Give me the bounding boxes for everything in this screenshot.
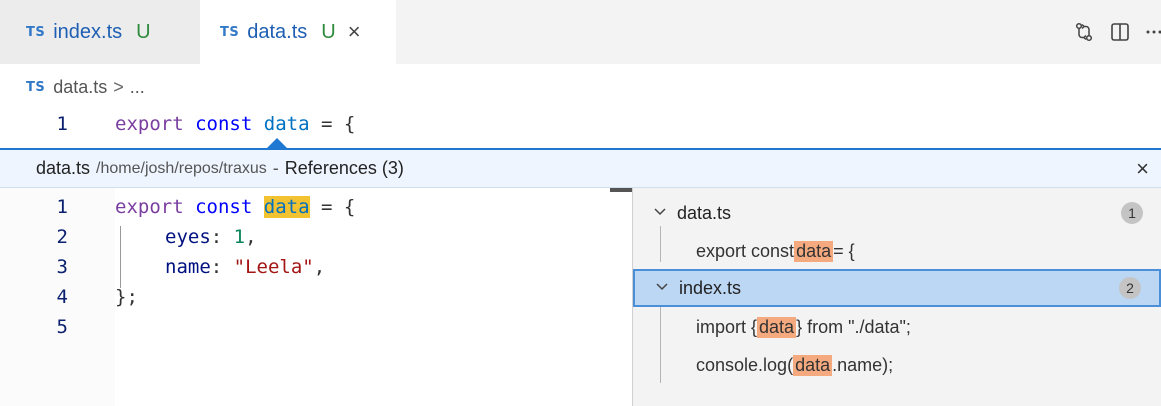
code-text: export const data = { xyxy=(115,196,356,218)
code-text: }; xyxy=(115,286,138,308)
peek-file-path: /home/josh/repos/traxus xyxy=(96,159,267,177)
chevron-down-icon xyxy=(653,204,667,223)
more-actions-icon[interactable] xyxy=(1145,21,1161,43)
reference-file-index-ts[interactable]: index.ts 2 xyxy=(633,269,1161,307)
peek-title: References (3) xyxy=(284,158,404,178)
reference-match[interactable]: export const data = { xyxy=(696,232,855,270)
typescript-file-icon: TS xyxy=(220,24,240,40)
highlighted-symbol: data xyxy=(263,196,310,218)
peek-line[interactable]: 3 name: "Leela", xyxy=(0,252,620,282)
match-highlight: data xyxy=(757,316,797,338)
peek-line[interactable]: 5 xyxy=(0,312,620,342)
code-text: export const data = { xyxy=(115,113,356,135)
peek-line[interactable]: 1 export const data = { xyxy=(0,192,620,222)
match-highlight: data xyxy=(793,354,833,376)
split-editor-icon[interactable] xyxy=(1109,21,1131,43)
reference-file-data-ts[interactable]: data.ts 1 xyxy=(633,194,1161,232)
line-number: 5 xyxy=(56,316,68,338)
breadcrumb: TS data.ts > ... xyxy=(26,72,145,102)
chevron-down-icon xyxy=(655,279,669,298)
editor-actions xyxy=(1073,0,1161,64)
editor-tab-bar: TS index.ts U TS data.ts U × xyxy=(0,0,1161,64)
reference-file-name: index.ts xyxy=(679,277,742,298)
line-number: 2 xyxy=(56,226,68,248)
close-tab-icon[interactable]: × xyxy=(348,19,361,45)
breadcrumb-symbol[interactable]: ... xyxy=(130,77,145,98)
untracked-status: U xyxy=(136,20,151,43)
peek-arrow xyxy=(267,138,287,148)
references-tree: data.ts 1 export const data = { index.ts… xyxy=(633,188,1161,406)
tab-label: index.ts xyxy=(53,20,123,43)
peek-editor[interactable]: 1 export const data = { 2 eyes: 1, 3 nam… xyxy=(0,188,620,406)
code-text: eyes: 1, xyxy=(165,226,257,248)
close-icon[interactable]: × xyxy=(1136,156,1149,182)
reference-count-badge: 1 xyxy=(1121,202,1143,224)
line-number: 1 xyxy=(56,196,68,218)
peek-file-name[interactable]: data.ts xyxy=(36,158,90,179)
peek-separator: - xyxy=(272,158,279,178)
line-number: 3 xyxy=(56,256,68,278)
chevron-right-icon: > xyxy=(113,76,124,97)
reference-match[interactable]: import { data } from "./data"; xyxy=(696,308,911,346)
line-number: 1 xyxy=(56,113,68,135)
peek-line[interactable]: 2 eyes: 1, xyxy=(0,222,620,252)
reference-count-badge: 2 xyxy=(1119,277,1141,299)
reference-match[interactable]: console.log(data .name); xyxy=(696,346,893,384)
tree-indent-guide xyxy=(660,303,661,383)
tab-index-ts[interactable]: TS index.ts U xyxy=(0,0,200,64)
scrollbar-thumb[interactable] xyxy=(610,188,632,192)
peek-view-header: data.ts /home/josh/repos/traxus - Refere… xyxy=(0,148,1161,188)
peek-line[interactable]: 4 }; xyxy=(0,282,620,312)
breadcrumb-file[interactable]: data.ts xyxy=(53,77,107,98)
line-number: 4 xyxy=(56,286,68,308)
code-text: name: "Leela", xyxy=(165,256,326,278)
match-highlight: data xyxy=(794,240,834,262)
tab-data-ts[interactable]: TS data.ts U × xyxy=(200,0,396,64)
typescript-file-icon: TS xyxy=(26,79,46,95)
typescript-file-icon: TS xyxy=(26,24,46,40)
untracked-status: U xyxy=(321,20,336,43)
compare-changes-icon[interactable] xyxy=(1073,21,1095,43)
reference-file-name: data.ts xyxy=(677,202,732,223)
tab-label: data.ts xyxy=(247,20,308,43)
